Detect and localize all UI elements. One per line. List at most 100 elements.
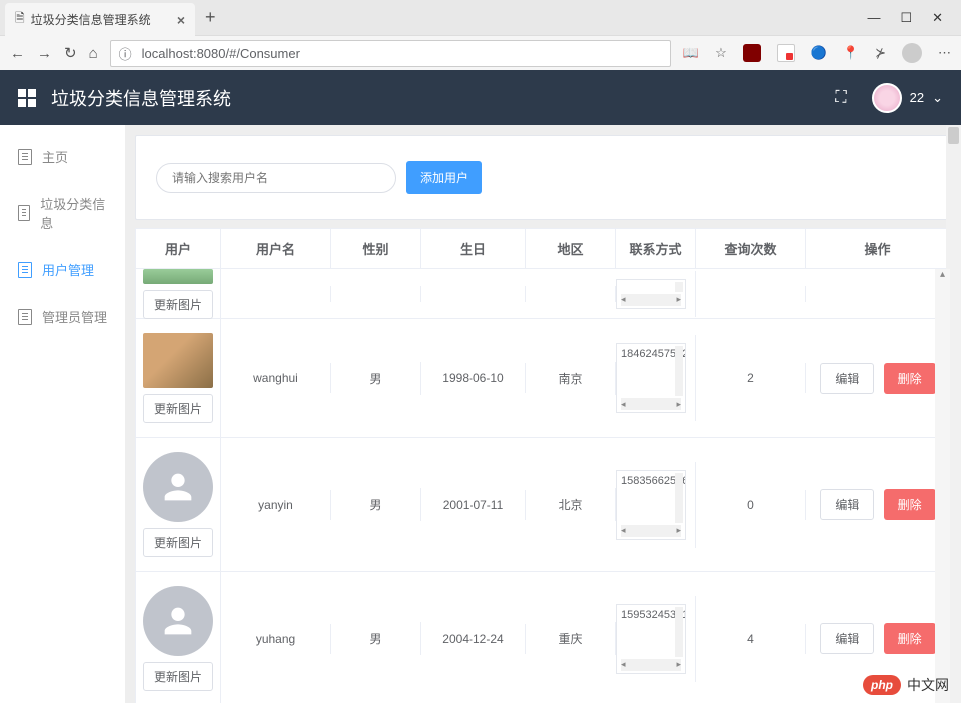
app-menu-icon[interactable] bbox=[18, 89, 36, 107]
table-row: 更新图片 wanghui 男 1998-06-10 南京 18462457532… bbox=[136, 319, 950, 438]
cell-birthday: 2004-12-24 bbox=[421, 624, 526, 654]
extension-icon-2[interactable]: 🔵 bbox=[811, 45, 827, 61]
cell-username bbox=[221, 286, 331, 302]
th-action: 操作 bbox=[806, 229, 950, 268]
contact-area[interactable]: 18462457532 ▴ ◂▸ bbox=[616, 343, 686, 413]
tab-title: 垃圾分类信息管理系统 bbox=[31, 11, 151, 28]
sidebar-item-label: 管理员管理 bbox=[42, 307, 107, 326]
cell-gender: 男 bbox=[331, 362, 421, 395]
update-image-button[interactable]: 更新图片 bbox=[143, 394, 213, 423]
cell-gender: 男 bbox=[331, 622, 421, 655]
sidebar: 主页 垃圾分类信息 用户管理 管理员管理 bbox=[0, 125, 125, 703]
table-row: 更新图片 yanyin 男 2001-07-11 北京 15835662566 … bbox=[136, 438, 950, 572]
cell-count: 4 bbox=[696, 624, 806, 654]
document-icon bbox=[18, 262, 32, 278]
extension-badge-icon[interactable] bbox=[777, 44, 795, 62]
cell-gender: 男 bbox=[331, 488, 421, 521]
minimize-button[interactable]: — bbox=[867, 10, 880, 25]
cell-region: 重庆 bbox=[526, 622, 616, 655]
new-tab-button[interactable]: + bbox=[195, 7, 226, 28]
back-button[interactable]: ← bbox=[10, 45, 25, 62]
document-icon bbox=[18, 205, 30, 221]
favorites-bar-icon[interactable]: ⊁ bbox=[875, 45, 886, 61]
update-image-button[interactable]: 更新图片 bbox=[143, 662, 213, 691]
sidebar-item-home[interactable]: 主页 bbox=[0, 133, 125, 180]
profile-icon[interactable] bbox=[902, 43, 922, 63]
address-bar: ← → ↻ ⌂ ⓘ localhost:8080/#/Consumer 📖 ☆ … bbox=[0, 35, 961, 70]
app-title: 垃圾分类信息管理系统 bbox=[51, 85, 231, 111]
th-birthday: 生日 bbox=[421, 229, 526, 268]
extension-icon-3[interactable]: 📍 bbox=[843, 45, 859, 61]
cell-count: 2 bbox=[696, 363, 806, 393]
file-icon: 🗎 bbox=[15, 9, 25, 30]
cell-birthday bbox=[421, 286, 526, 302]
browser-chrome: 🗎 垃圾分类信息管理系统 × + — ☐ ✕ ← → ↻ ⌂ ⓘ localho… bbox=[0, 0, 961, 70]
window-controls: — ☐ ✕ bbox=[849, 10, 961, 26]
delete-button[interactable]: 删除 bbox=[884, 489, 936, 520]
user-image bbox=[143, 269, 213, 284]
cell-region: 南京 bbox=[526, 362, 616, 395]
delete-button[interactable]: 删除 bbox=[884, 363, 936, 394]
document-icon bbox=[18, 149, 32, 165]
fullscreen-icon[interactable]: ⛶ bbox=[835, 89, 846, 107]
update-image-button[interactable]: 更新图片 bbox=[143, 528, 213, 557]
php-badge: php bbox=[863, 675, 901, 695]
favorite-icon[interactable]: ☆ bbox=[715, 45, 727, 61]
browser-tab[interactable]: 🗎 垃圾分类信息管理系统 × bbox=[5, 3, 195, 36]
chevron-down-icon: ⌄ bbox=[932, 90, 943, 106]
avatar bbox=[872, 83, 902, 113]
reader-icon[interactable]: 📖 bbox=[683, 45, 699, 61]
search-panel: 添加用户 bbox=[135, 135, 951, 220]
cell-birthday: 1998-06-10 bbox=[421, 363, 526, 393]
url-text: localhost:8080/#/Consumer bbox=[142, 46, 300, 61]
cell-region bbox=[526, 286, 616, 302]
maximize-button[interactable]: ☐ bbox=[900, 10, 912, 26]
ublock-icon[interactable] bbox=[743, 44, 761, 62]
forward-button[interactable]: → bbox=[37, 45, 52, 62]
more-icon[interactable]: ⋯ bbox=[938, 45, 951, 61]
sidebar-item-admins[interactable]: 管理员管理 bbox=[0, 293, 125, 340]
th-username: 用户名 bbox=[221, 229, 331, 268]
home-button[interactable]: ⌂ bbox=[89, 45, 98, 62]
cell-action bbox=[806, 286, 950, 302]
search-input[interactable] bbox=[156, 163, 396, 193]
contact-area[interactable]: ◂▸ bbox=[616, 279, 686, 309]
cell-username: yuhang bbox=[221, 624, 331, 654]
cell-gender bbox=[331, 286, 421, 302]
cell-birthday: 2001-07-11 bbox=[421, 490, 526, 520]
main-content: 添加用户 用户 用户名 性别 生日 地区 联系方式 查询次数 操作 bbox=[125, 125, 961, 703]
watermark: php 中文网 bbox=[863, 675, 949, 695]
cell-region: 北京 bbox=[526, 488, 616, 521]
th-region: 地区 bbox=[526, 229, 616, 268]
update-image-button[interactable]: 更新图片 bbox=[143, 290, 213, 319]
sidebar-item-users[interactable]: 用户管理 bbox=[0, 246, 125, 293]
th-gender: 性别 bbox=[331, 229, 421, 268]
sidebar-item-label: 主页 bbox=[42, 147, 68, 166]
user-menu[interactable]: 22 ⌄ bbox=[872, 83, 943, 113]
sidebar-item-label: 垃圾分类信息 bbox=[40, 194, 107, 232]
toolbar-extras: 📖 ☆ 🔵 📍 ⊁ ⋯ bbox=[683, 43, 951, 63]
site-info-icon[interactable]: ⓘ bbox=[119, 44, 132, 63]
refresh-button[interactable]: ↻ bbox=[64, 44, 77, 62]
edit-button[interactable]: 编辑 bbox=[820, 363, 874, 394]
delete-button[interactable]: 删除 bbox=[884, 623, 936, 654]
close-tab-icon[interactable]: × bbox=[177, 12, 185, 28]
cell-count bbox=[696, 286, 806, 302]
edit-button[interactable]: 编辑 bbox=[820, 623, 874, 654]
document-icon bbox=[18, 309, 32, 325]
table-body: 更新图片 ◂▸ bbox=[136, 269, 950, 703]
close-window-button[interactable]: ✕ bbox=[932, 10, 943, 26]
users-table: 用户 用户名 性别 生日 地区 联系方式 查询次数 操作 更新图片 bbox=[135, 228, 951, 703]
cell-count: 0 bbox=[696, 490, 806, 520]
contact-area[interactable]: 15835662566 ▴ ◂▸ bbox=[616, 470, 686, 540]
scroll-up-icon[interactable]: ▴ bbox=[935, 269, 950, 280]
table-row: 更新图片 yuhang 男 2004-12-24 重庆 15953245321 … bbox=[136, 572, 950, 703]
url-input[interactable]: ⓘ localhost:8080/#/Consumer bbox=[110, 40, 671, 67]
sidebar-item-garbage[interactable]: 垃圾分类信息 bbox=[0, 180, 125, 246]
table-scrollbar[interactable]: ▴ bbox=[935, 269, 950, 703]
watermark-text: 中文网 bbox=[907, 675, 949, 695]
user-default-avatar bbox=[143, 452, 213, 522]
add-user-button[interactable]: 添加用户 bbox=[406, 161, 482, 194]
edit-button[interactable]: 编辑 bbox=[820, 489, 874, 520]
contact-area[interactable]: 15953245321 ▴ ◂▸ bbox=[616, 604, 686, 674]
